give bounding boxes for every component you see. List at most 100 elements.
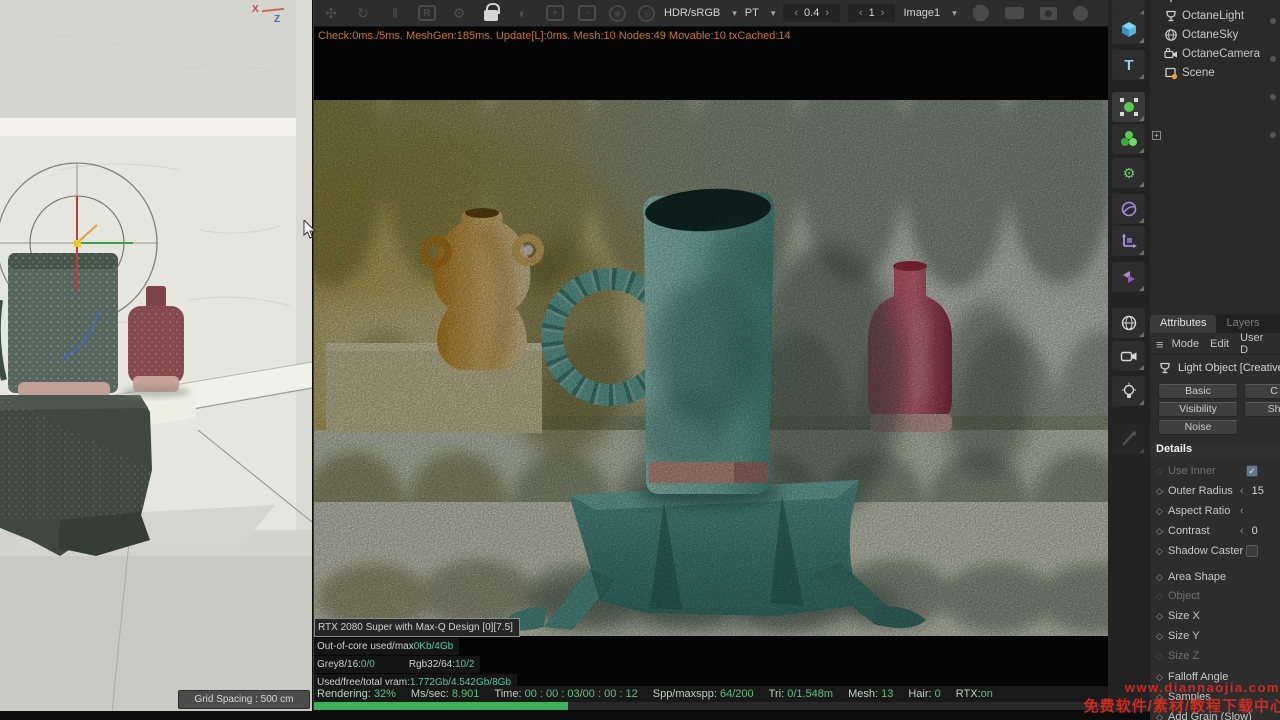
simulation-gear-icon[interactable]: ⚙ [1112, 158, 1145, 188]
tab-layers[interactable]: Layers [1216, 315, 1269, 333]
keyframe-diamond-icon[interactable]: ◇ [1156, 611, 1168, 622]
hamburger-icon[interactable]: ≡ [1156, 337, 1164, 352]
camera-tool-icon[interactable] [1112, 341, 1145, 371]
object-row-octanesky[interactable]: OctaneSky [1150, 25, 1280, 44]
perspective-viewport[interactable]: X Z Grid Spacing : 500 cm [0, 0, 312, 712]
status-tri: Tri: 0/1.548m [769, 688, 833, 700]
kernel-dropdown[interactable]: PT ▾ [745, 7, 776, 19]
section-coord-button[interactable]: C [1244, 384, 1280, 399]
object-select-mode-icon[interactable] [973, 5, 989, 21]
keyframe-diamond-icon[interactable]: ◇ [1156, 466, 1168, 477]
expand-plus-icon[interactable]: + [1152, 131, 1161, 140]
menu-edit[interactable]: Edit [1210, 338, 1229, 350]
axis-z-label: Z [274, 14, 280, 25]
lock-resolution-icon[interactable] [484, 10, 498, 21]
prop-object: ◇ Object [1150, 586, 1280, 606]
render-scene [314, 100, 1109, 636]
menu-mode[interactable]: Mode [1172, 338, 1200, 350]
axis-indicator: X Z [230, 2, 290, 32]
keyframe-diamond-icon[interactable]: ◇ [1156, 692, 1168, 703]
stepper-left-icon[interactable]: ‹ [1240, 505, 1244, 517]
spline-disc-icon[interactable] [1112, 194, 1145, 224]
stepper-left-icon[interactable]: ‹ [853, 7, 869, 19]
restart-render-icon[interactable]: ↻ [350, 3, 376, 24]
stepper-right-icon[interactable]: › [875, 7, 891, 19]
keyframe-diamond-icon[interactable]: ◇ [1156, 591, 1168, 602]
keyframe-diamond-icon[interactable]: ◇ [1156, 486, 1168, 497]
sky-object-icon [1164, 28, 1178, 42]
keyframe-diamond-icon[interactable]: ◇ [1156, 546, 1168, 557]
material-picker-icon[interactable]: ◎ [638, 5, 655, 22]
pause-render-icon[interactable]: ‖ [382, 3, 408, 24]
light-object-icon [1164, 0, 1178, 4]
object-row-octanecamera[interactable]: OctaneCamera [1150, 44, 1280, 63]
paint-brush-icon[interactable] [1112, 424, 1145, 454]
keyframe-diamond-icon[interactable]: ◇ [1156, 572, 1168, 583]
render-status-bar: Rendering: 32% Ms/sec: 8.901 Time: 00 : … [314, 686, 1109, 702]
keyframe-diamond-icon[interactable]: ◇ [1156, 712, 1168, 720]
cloner-icon[interactable] [1112, 124, 1145, 154]
section-shading-button[interactable]: Sh [1244, 402, 1280, 417]
clay-mode-icon[interactable]: ◐ [510, 3, 536, 24]
layer-dot[interactable] [1270, 132, 1276, 138]
picture-in-picture-icon[interactable]: ▫ [578, 5, 596, 21]
stepper-right-icon[interactable]: › [819, 7, 835, 19]
region-render-icon[interactable]: R [418, 5, 436, 21]
shadow-caster-checkbox[interactable] [1246, 545, 1258, 557]
section-visibility-button[interactable]: Visibility [1158, 402, 1238, 417]
render-blades-icon[interactable]: ✣ [318, 3, 344, 24]
stepper-left-icon[interactable]: ‹ [1240, 485, 1244, 497]
text-tool-icon[interactable]: T [1112, 50, 1145, 80]
use-inner-checkbox[interactable]: ✓ [1246, 465, 1258, 477]
workplane-icon[interactable] [1112, 226, 1145, 256]
swap-arrows-icon[interactable] [1112, 262, 1145, 292]
grid-spacing-tooltip: Grid Spacing : 500 cm [178, 690, 310, 709]
sphere-mode-icon[interactable] [1073, 6, 1088, 21]
chevron-down-icon: ▾ [771, 8, 776, 19]
sphere-handles-icon[interactable] [1112, 92, 1145, 122]
object-row-scene[interactable]: + Scene [1150, 63, 1280, 82]
scene-object-icon [1164, 66, 1178, 80]
mesh-status-line: Check:0ms./5ms. MeshGen:185ms. Update[L]… [318, 30, 1108, 45]
section-basic-button[interactable]: Basic [1158, 384, 1238, 399]
attribute-menu-bar: ≡ Mode Edit User D [1150, 334, 1280, 355]
object-title-row: Light Object [Creative S [1150, 357, 1280, 379]
camera-mode-icon[interactable] [1040, 7, 1057, 20]
exposure-stepper[interactable]: ‹ 0.4 › [783, 4, 840, 22]
settings-gear-icon[interactable]: ⚙ [446, 3, 472, 24]
keyframe-diamond-icon[interactable]: ◇ [1156, 672, 1168, 683]
film-region-icon[interactable] [1005, 7, 1024, 19]
light-object-icon [1164, 9, 1178, 23]
layer-dot[interactable] [1270, 94, 1276, 100]
light-object-icon [1158, 361, 1172, 375]
cube-primitive-icon[interactable] [1112, 14, 1145, 44]
render-pass-dropdown[interactable]: Image1 ▾ [903, 7, 956, 19]
focus-picker-icon[interactable]: ◉ [609, 5, 626, 22]
axis-x-arrow [262, 8, 284, 12]
tab-attributes[interactable]: Attributes [1150, 315, 1216, 333]
prop-add-grain: ◇ Add Grain (Slow) [1150, 707, 1280, 720]
stepper-left-icon[interactable]: ‹ [1240, 525, 1244, 537]
light-bulb-icon[interactable] [1112, 376, 1145, 406]
render-progress-track [314, 702, 1109, 710]
status-mssec: Ms/sec: 8.901 [411, 688, 480, 700]
keyframe-diamond-icon[interactable]: ◇ [1156, 526, 1168, 537]
prop-samples: ◇ Samples [1150, 687, 1280, 707]
gamma-stepper[interactable]: ‹ 1 › [848, 4, 895, 22]
stepper-left-icon[interactable]: ‹ [788, 7, 804, 19]
color-space-dropdown[interactable]: HDR/sRGB ▾ [664, 7, 737, 19]
render-image[interactable]: RTX 2080 Super with Max-Q Design [0][7.5… [314, 100, 1109, 636]
keyframe-diamond-icon[interactable]: ◇ [1156, 506, 1168, 517]
mouse-cursor [303, 220, 317, 240]
status-rtx: RTX:on [956, 688, 993, 700]
menu-user-data[interactable]: User D [1240, 332, 1269, 356]
section-noise-button[interactable]: Noise [1158, 420, 1238, 435]
camera-object-icon [1164, 47, 1178, 61]
attribute-manager: Attributes Layers ≡ Mode Edit User D Lig… [1150, 315, 1280, 720]
keyframe-diamond-icon[interactable]: ◇ [1156, 651, 1168, 662]
add-render-target-icon[interactable]: + [546, 5, 564, 21]
sky-globe-icon[interactable] [1112, 308, 1145, 338]
keyframe-diamond-icon[interactable]: ◇ [1156, 631, 1168, 642]
object-row-octanelight[interactable]: OctaneLight [1150, 6, 1280, 25]
layer-dot[interactable] [1270, 18, 1276, 24]
